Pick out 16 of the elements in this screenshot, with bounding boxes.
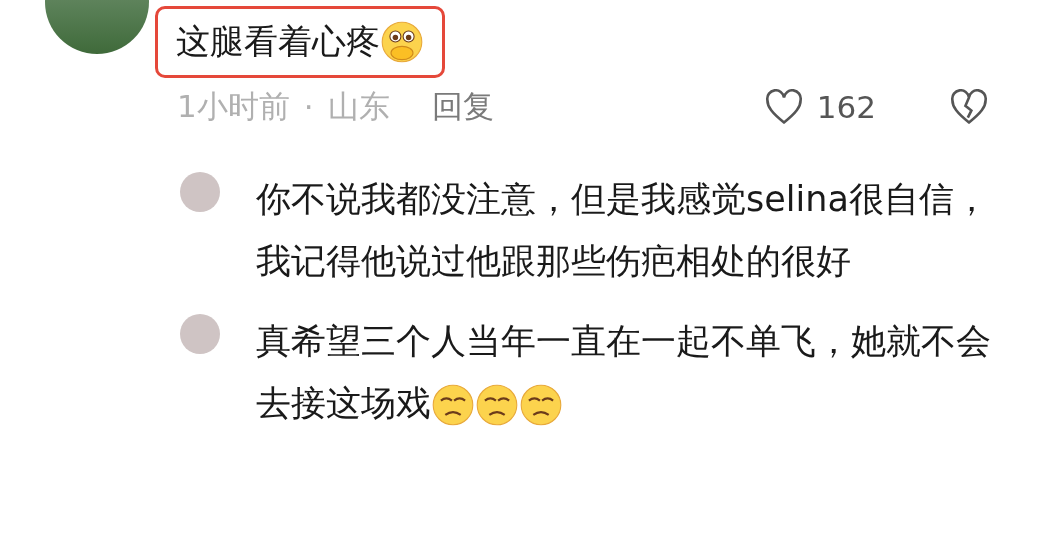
like-count: 162 [816, 89, 876, 125]
reply-text: 你不说我都没注意，但是我感觉selina很自信，我记得他说过他跟那些伤疤相处的很好 [256, 178, 990, 283]
emoji-face-icon [475, 383, 519, 427]
reply-link[interactable]: 回复 [431, 86, 494, 128]
emoji-face-icon [380, 20, 424, 64]
emoji-face-icon [519, 383, 563, 427]
reply-text: 真希望三个人当年一直在一起不单飞，她就不会去接这场戏 [256, 310, 1001, 434]
emoji-face-icon [431, 383, 475, 427]
comment-text: 这腿看着心疼 [155, 6, 445, 78]
heart-icon[interactable] [764, 89, 803, 125]
comment-time: 1小时前 [177, 87, 290, 126]
separator-dot: · [303, 89, 314, 125]
avatar-placeholder [180, 314, 220, 354]
broken-heart-icon[interactable] [950, 89, 988, 125]
avatar-placeholder [180, 172, 220, 212]
comment-location: 山东 [327, 87, 390, 126]
